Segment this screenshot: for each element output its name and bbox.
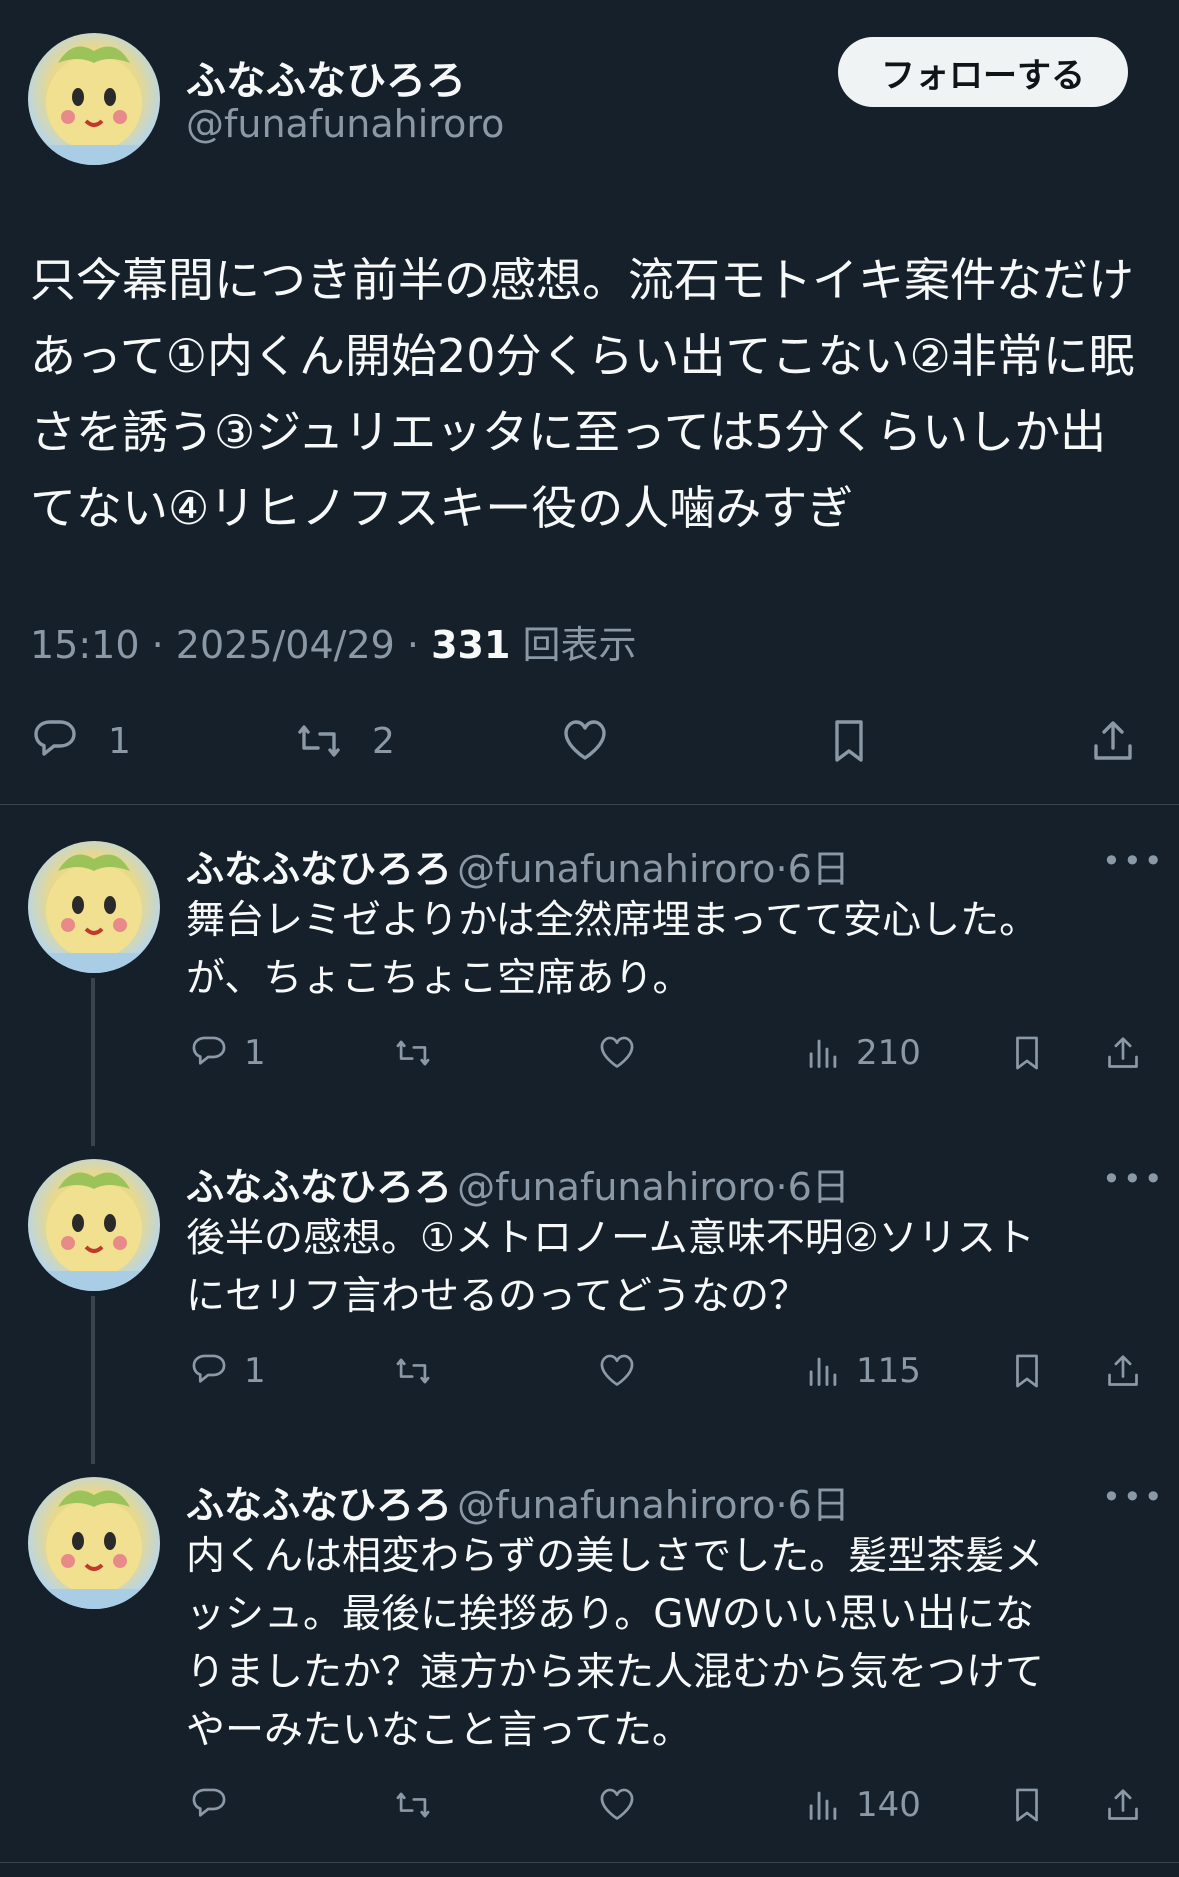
bookmark-icon [1016,1788,1038,1822]
heart-icon [564,720,606,760]
like-button[interactable] [594,1348,640,1394]
like-button[interactable] [594,1782,640,1828]
avatar[interactable] [28,841,160,973]
thread-line [91,978,95,1146]
meta-separator: · [775,1165,788,1209]
follow-button[interactable]: フォローする [838,37,1128,107]
more-options-icon[interactable]: ••• [1102,1478,1165,1516]
avatar[interactable] [28,33,160,165]
more-options-icon[interactable]: ••• [1102,842,1165,880]
reply-button[interactable]: 1 [186,1030,266,1076]
tweet-meta: 15:10 · 2025/04/29 · 331 回表示 [30,614,637,669]
share-icon [1108,1789,1138,1820]
reply-header: ふなふなひろろ @funafunahiroro·6日 [186,1474,850,1529]
share-button[interactable] [1100,1030,1146,1076]
reply-text: 内くんは相変わらずの美しさでした。髪型茶髪メ ッシュ。最後に挨拶あり。GWのいい… [186,1534,1045,1753]
reply-header: ふなふなひろろ @funafunahiroro·6日 [186,838,850,893]
divider [0,804,1179,805]
meta-separator: · [151,623,164,667]
views-count: 210 [856,1033,921,1073]
share-icon [1108,1037,1138,1068]
views-icon [809,1791,837,1820]
author-name[interactable]: ふなふなひろろ [186,48,466,106]
author-name[interactable]: ふなふなひろろ [186,1483,452,1527]
reply-actions: 1 115 [186,1348,1146,1398]
retweet-button[interactable] [390,1782,436,1828]
tweet-text: 只今幕間につき前半の感想。流石モトイキ案件なだけあって①内くん開始20分くらい出… [30,253,1135,535]
meta-separator: · [775,847,788,891]
heart-icon [600,1036,634,1068]
reply-text: 後半の感想。①メトロノーム意味不明②ソリスト にセリフ言わせるのってどうなの？ [186,1216,1035,1319]
like-button[interactable] [556,712,614,770]
reply-text: 舞台レミゼよりかは全然席埋まってて安心した。 が、ちょこちょこ空席あり。 [186,898,1039,1001]
author-name[interactable]: ふなふなひろろ [186,1165,452,1209]
share-button[interactable] [1100,1348,1146,1394]
share-icon [1094,721,1132,760]
author-handle[interactable]: @funafunahiroro [457,847,775,891]
views-button[interactable]: 140 [800,1782,921,1828]
tweet-date[interactable]: 2025/04/29 [176,623,395,667]
retweet-count: 2 [372,720,395,762]
reply-age[interactable]: 6日 [788,1165,850,1209]
retweet-button[interactable] [390,1030,436,1076]
bookmark-button[interactable] [1004,1030,1050,1076]
share-icon [1108,1355,1138,1386]
views-icon [809,1357,837,1386]
reply-button[interactable]: 1 [186,1348,266,1394]
views-count: 140 [856,1785,921,1825]
meta-separator: · [775,1483,788,1527]
bookmark-button[interactable] [1004,1782,1050,1828]
views-count: 115 [856,1351,921,1391]
meta-separator: · [406,623,420,667]
author-handle[interactable]: @funafunahiroro [457,1483,775,1527]
reply-age[interactable]: 6日 [788,847,850,891]
reply-header: ふなふなひろろ @funafunahiroro·6日 [186,1156,850,1211]
divider [0,1862,1179,1863]
reply-button[interactable]: 1 [26,712,131,770]
reply-icon [34,720,76,756]
avatar[interactable] [28,1477,160,1609]
heart-icon [600,1354,634,1386]
reply-count: 1 [244,1351,266,1391]
retweet-icon [396,1358,430,1384]
retweet-icon [298,725,340,757]
bookmark-button[interactable] [1004,1348,1050,1394]
reply-icon [192,1036,226,1065]
reply-age[interactable]: 6日 [788,1483,850,1527]
author-handle[interactable]: @funafunahiroro [186,102,504,146]
reply-count: 1 [108,720,131,762]
views-icon [809,1039,837,1068]
heart-icon [600,1788,634,1820]
views-label: 回表示 [522,623,637,667]
bookmark-button[interactable] [820,712,878,770]
views-button[interactable]: 210 [800,1030,921,1076]
author-handle[interactable]: @funafunahiroro [457,1165,775,1209]
tweet-time[interactable]: 15:10 [30,623,140,667]
bookmark-icon [1016,1354,1038,1388]
reply-icon [192,1354,226,1383]
like-button[interactable] [594,1030,640,1076]
reply-actions: 1 210 [186,1030,1146,1080]
retweet-button[interactable]: 2 [290,712,395,770]
retweet-icon [396,1792,430,1818]
thread-line [91,1296,95,1464]
reply-count: 1 [244,1033,266,1073]
views-count: 331 [431,623,511,667]
share-button[interactable] [1084,712,1142,770]
avatar[interactable] [28,1159,160,1291]
bookmark-icon [1016,1036,1038,1070]
reply-icon [192,1788,226,1817]
share-button[interactable] [1100,1782,1146,1828]
retweet-button[interactable] [390,1348,436,1394]
more-options-icon[interactable]: ••• [1102,1160,1165,1198]
author-name[interactable]: ふなふなひろろ [186,847,452,891]
retweet-icon [396,1040,430,1066]
reply-actions: 140 [186,1782,1146,1832]
bookmark-icon [835,720,863,762]
reply-button[interactable] [186,1782,232,1828]
views-button[interactable]: 115 [800,1348,921,1394]
